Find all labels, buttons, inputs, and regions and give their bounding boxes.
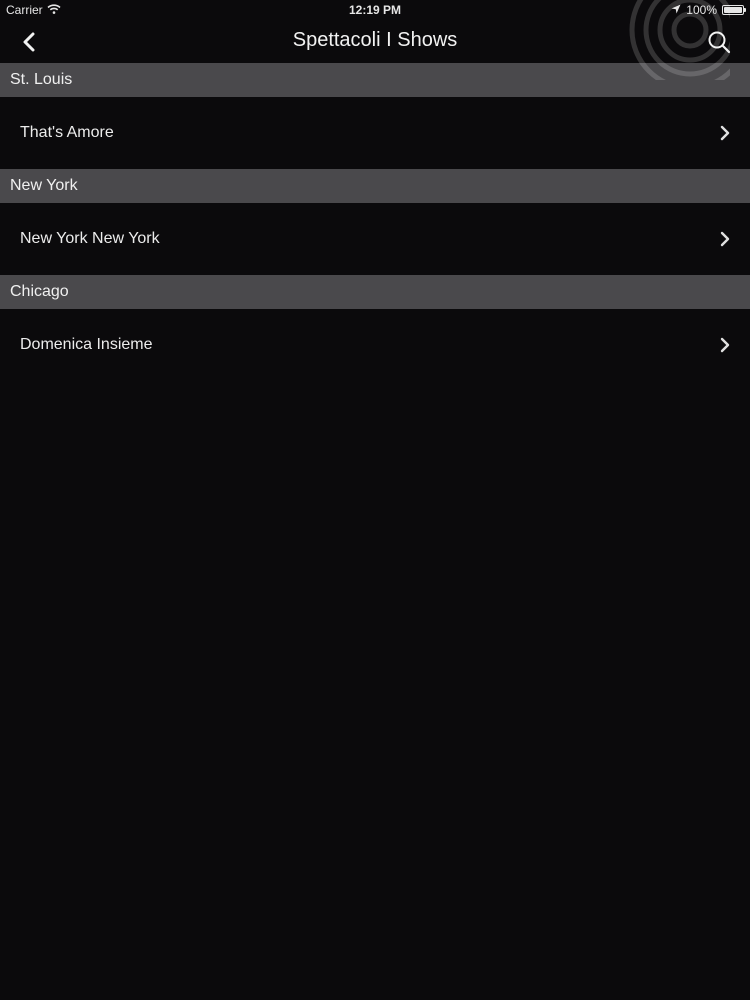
status-bar: Carrier 12:19 PM 100% <box>0 0 750 20</box>
battery-fill <box>724 7 742 13</box>
section-header: New York <box>0 169 750 203</box>
status-right: 100% <box>671 3 746 17</box>
list-item-label: That's Amore <box>20 124 114 141</box>
battery-icon <box>722 5 746 15</box>
search-button[interactable] <box>702 25 736 59</box>
chevron-right-icon <box>718 125 732 141</box>
navigation-bar: Spettacoli I Shows <box>0 0 750 80</box>
list-item-label: New York New York <box>20 230 160 247</box>
search-icon <box>708 31 731 54</box>
list-item[interactable]: That's Amore <box>0 97 750 169</box>
section-header: St. Louis <box>0 63 750 97</box>
battery-percent: 100% <box>686 3 717 17</box>
list-item-label: Domenica Insieme <box>20 336 153 353</box>
location-arrow-icon <box>671 3 681 17</box>
chevron-right-icon <box>718 231 732 247</box>
chevron-right-icon <box>718 337 732 353</box>
section-header: Chicago <box>0 275 750 309</box>
list-item[interactable]: Domenica Insieme <box>0 309 750 381</box>
list-item[interactable]: New York New York <box>0 203 750 275</box>
page-title: Spettacoli I Shows <box>292 29 458 51</box>
status-time: 12:19 PM <box>348 3 402 17</box>
shows-list: St. Louis That's Amore New York New York… <box>0 63 750 381</box>
